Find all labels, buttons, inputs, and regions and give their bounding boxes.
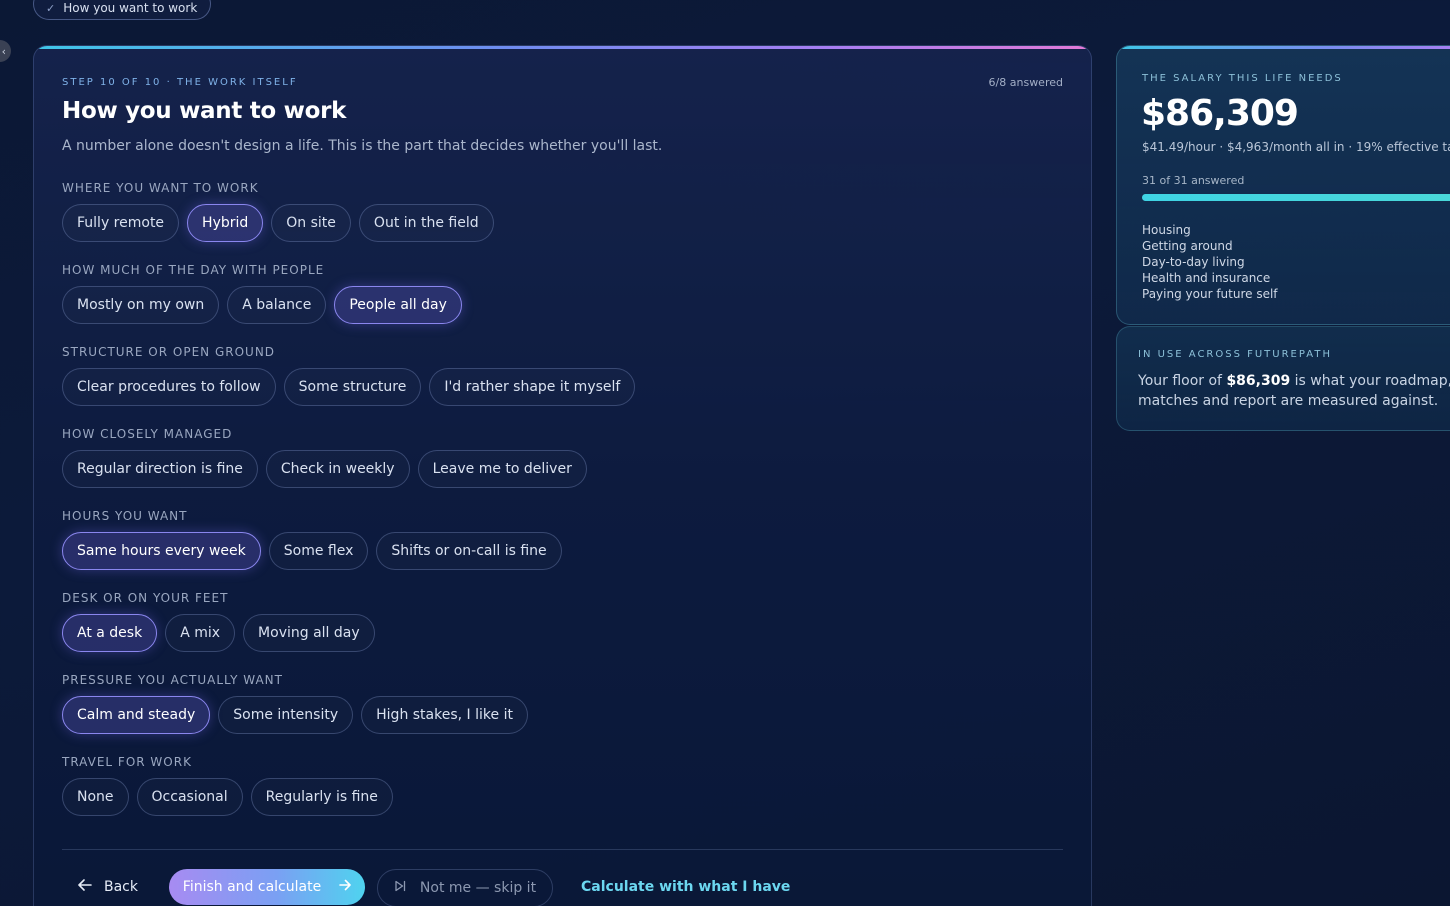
question-label: DESK OR ON YOUR FEET [62,591,229,605]
finish-button-label: Finish and calculate [182,879,322,895]
question-label: WHERE YOU WANT TO WORK [62,181,259,195]
salary-progress-fill [1142,194,1450,201]
calculate-with-what-i-have-link[interactable]: Calculate with what I have [581,879,790,895]
option-pill[interactable]: Leave me to deliver [417,450,587,488]
option-group: Clear procedures to follow Some structure… [62,368,636,406]
option-pill[interactable]: Regular direction is fine [62,450,258,488]
option-pill[interactable]: Shifts or on-call is fine [376,532,562,570]
completed-section-label: How you want to work [63,1,198,15]
salary-breakdown: $41.49/hour · $4,963/month all in · 19% … [1142,140,1450,154]
collapse-panel-icon[interactable]: ‹ [0,40,11,62]
option-group: Fully remote Hybrid On site Out in the fiel… [62,204,494,242]
cost-category-item: Paying your future self [1142,287,1278,301]
option-pill[interactable]: Clear procedures to follow [62,368,276,406]
option-pill[interactable]: On site [271,204,351,242]
usage-card-label: IN USE ACROSS FUTUREPATH [1138,349,1332,360]
arrow-right-icon [339,879,352,895]
option-group: Calm and steady Some intensity High stakes… [62,696,528,734]
question-label: HOW CLOSELY MANAGED [62,427,233,441]
usage-card-text: Your floor of $86,309 is what your roadm… [1138,371,1450,411]
salary-amount: $86,309 [1141,93,1299,134]
salary-answered-count: 31 of 31 answered [1142,174,1245,187]
cost-category-item: Getting around [1142,239,1233,253]
option-pill[interactable]: Calm and steady [62,696,211,734]
salary-summary-card: THE SALARY THIS LIFE NEEDS $86,309 $41.4… [1116,45,1450,325]
step-indicator: STEP 10 OF 10 · THE WORK ITSELF [62,77,298,88]
finish-and-calculate-button[interactable]: Finish and calculate [169,869,365,905]
usage-info-card: IN USE ACROSS FUTUREPATH Your floor of $… [1116,326,1450,431]
completed-section-chip[interactable]: ✓ How you want to work [33,0,212,20]
usage-text-before: Your floor of [1138,373,1227,389]
option-pill[interactable]: None [62,778,129,816]
option-group: None Occasional Regularly is fine [62,778,393,816]
question-label: HOW MUCH OF THE DAY WITH PEOPLE [62,263,325,277]
footer-divider [62,849,1063,850]
question-label: TRAVEL FOR WORK [62,755,192,769]
usage-amount: $86,309 [1226,373,1291,389]
option-pill[interactable]: I'd rather shape it myself [429,368,636,406]
option-pill[interactable]: A mix [165,614,236,652]
option-pill[interactable]: Hybrid [187,204,264,242]
cost-category-item: Health and insurance [1142,271,1271,285]
option-group: At a desk A mix Moving all day [62,614,375,652]
option-pill[interactable]: Some intensity [218,696,354,734]
question-label: PRESSURE YOU ACTUALLY WANT [62,673,283,687]
cost-category-list: Housing Getting around Day-to-day living He… [1142,222,1278,302]
page-subtitle: A number alone doesn't design a life. Th… [62,138,663,154]
option-pill[interactable]: High stakes, I like it [361,696,528,734]
question-label: STRUCTURE OR OPEN GROUND [62,345,276,359]
option-pill[interactable]: People all day [334,286,462,324]
salary-progress-bar [1142,194,1450,201]
skip-button[interactable]: Not me — skip it [377,869,553,906]
option-pill[interactable]: Fully remote [62,204,180,242]
option-group: Same hours every week Some flex Shifts or … [62,532,562,570]
check-icon: ✓ [46,1,56,15]
page-title: How you want to work [62,98,347,124]
option-pill[interactable]: Some structure [283,368,422,406]
option-group: Regular direction is fine Check in weekly… [62,450,587,488]
cost-category-item: Day-to-day living [1142,255,1245,269]
question-card: STEP 10 OF 10 · THE WORK ITSELF 6/8 answ… [33,45,1092,906]
option-pill[interactable]: Occasional [136,778,243,816]
option-pill[interactable]: Regularly is fine [250,778,393,816]
cost-category-item: Housing [1142,223,1191,237]
answered-count: 6/8 answered [988,76,1063,89]
back-button-label: Back [104,879,138,895]
option-pill[interactable]: Check in weekly [265,450,410,488]
option-pill[interactable]: Out in the field [358,204,494,242]
option-group: Mostly on my own A balance People all day [62,286,462,324]
option-pill[interactable]: Mostly on my own [62,286,220,324]
back-button[interactable]: Back [78,871,138,903]
question-label: HOURS YOU WANT [62,509,188,523]
option-pill[interactable]: A balance [227,286,327,324]
option-pill[interactable]: At a desk [62,614,158,652]
option-pill[interactable]: Same hours every week [62,532,261,570]
salary-card-label: THE SALARY THIS LIFE NEEDS [1142,73,1343,84]
arrow-left-icon [78,879,92,895]
skip-forward-icon [394,880,406,896]
skip-button-label: Not me — skip it [419,880,537,896]
option-pill[interactable]: Some flex [268,532,369,570]
option-pill[interactable]: Moving all day [243,614,375,652]
